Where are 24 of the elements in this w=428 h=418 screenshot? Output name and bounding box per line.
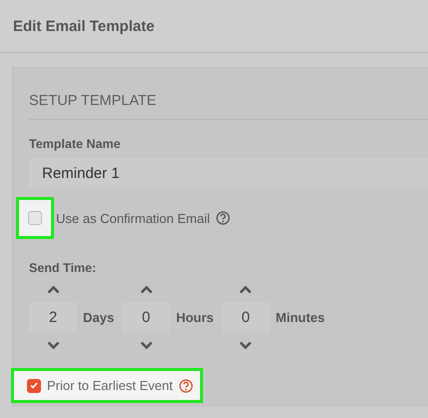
checkbox-label: Prior to Earliest Event: [47, 378, 173, 393]
unit-label: Minutes: [276, 310, 325, 325]
chevron-up-icon[interactable]: [140, 285, 153, 294]
chevron-down-icon[interactable]: [140, 341, 153, 350]
section-title: SETUP TEMPLATE: [29, 93, 156, 109]
unit-label: Hours: [176, 310, 214, 325]
checkbox[interactable]: [28, 211, 42, 225]
field-label: Template Name: [29, 137, 120, 151]
unit-label: Days: [83, 310, 114, 325]
chevron-down-icon[interactable]: [46, 341, 60, 350]
help-icon[interactable]: [178, 378, 193, 392]
checkmark-icon: [30, 382, 38, 389]
number-field[interactable]: 2: [29, 302, 77, 333]
chevron-up-icon[interactable]: [46, 285, 60, 294]
number-field[interactable]: 0: [122, 302, 170, 333]
number-field[interactable]: 0: [222, 302, 270, 333]
field-label: Send Time:: [29, 261, 96, 275]
checkbox[interactable]: [27, 378, 41, 392]
checkbox-label: Use as Confirmation Email: [56, 210, 210, 226]
chevron-down-icon[interactable]: [239, 341, 252, 350]
window-title: Edit Email Template: [13, 18, 154, 34]
chevron-up-icon[interactable]: [239, 285, 252, 294]
help-icon[interactable]: [216, 211, 230, 225]
template-name-field[interactable]: Reminder 1: [29, 158, 428, 189]
